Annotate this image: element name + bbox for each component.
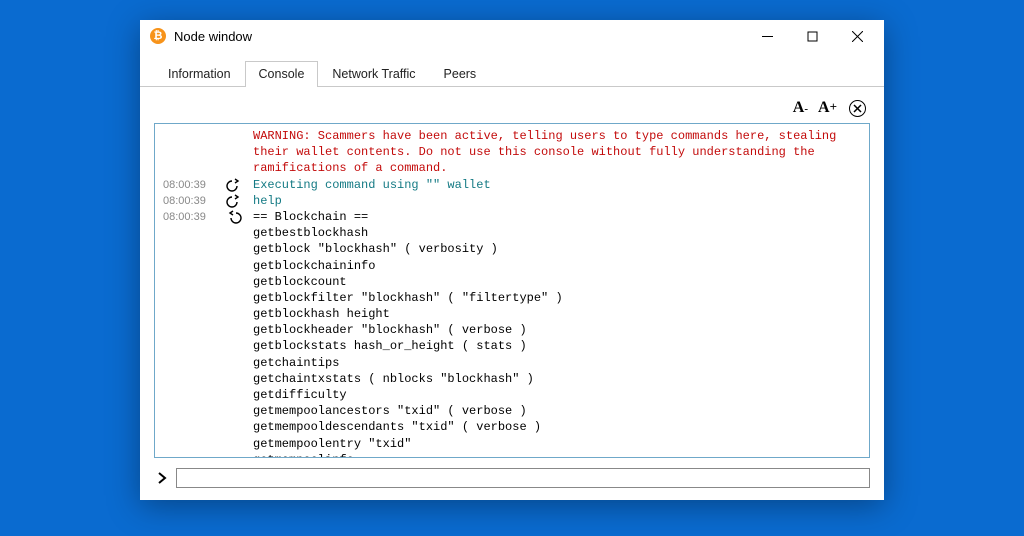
console-input[interactable]	[176, 468, 870, 488]
tab-label: Network Traffic	[332, 67, 415, 81]
console-line: WARNING: Scammers have been active, tell…	[163, 128, 863, 177]
tab-console[interactable]: Console	[245, 61, 319, 87]
console-output[interactable]: WARNING: Scammers have been active, tell…	[155, 124, 869, 457]
titlebar: ₿ Node window	[140, 20, 884, 52]
minimize-button[interactable]	[745, 20, 790, 52]
node-window: ₿ Node window Information Console Networ…	[140, 20, 884, 500]
chevron-right-icon	[154, 469, 170, 487]
tab-peers[interactable]: Peers	[430, 61, 491, 87]
tab-information[interactable]: Information	[154, 61, 245, 87]
tabbar: Information Console Network Traffic Peer…	[140, 52, 884, 87]
reply-in-icon	[225, 209, 253, 224]
reply-out-icon	[225, 193, 253, 208]
maximize-button[interactable]	[790, 20, 835, 52]
clear-console-button[interactable]	[849, 100, 866, 117]
close-button[interactable]	[835, 20, 880, 52]
font-increase-button[interactable]: A+	[816, 99, 839, 117]
console-toolbar: A- A+	[154, 97, 870, 123]
timestamp	[163, 128, 225, 129]
console-output-frame: WARNING: Scammers have been active, tell…	[154, 123, 870, 458]
console-panel: A- A+ WARNING: Scammers have been active…	[140, 87, 884, 500]
window-title: Node window	[174, 29, 252, 44]
console-input-row	[154, 468, 870, 488]
timestamp: 08:00:39	[163, 177, 225, 193]
console-message: Executing command using "" wallet	[253, 177, 863, 193]
timestamp: 08:00:39	[163, 193, 225, 209]
close-icon	[853, 104, 862, 113]
blank-icon	[225, 128, 253, 129]
console-message: == Blockchain == getbestblockhash getblo…	[253, 209, 863, 457]
bitcoin-icon: ₿	[150, 28, 166, 44]
tab-label: Console	[259, 67, 305, 81]
console-line: 08:00:39 == Blockchain == getbestblockhas…	[163, 209, 863, 457]
console-line: 08:00:39 Executing command using "" walle…	[163, 177, 863, 193]
console-line: 08:00:39 help	[163, 193, 863, 209]
tab-label: Peers	[444, 67, 477, 81]
console-message: WARNING: Scammers have been active, tell…	[253, 128, 863, 177]
reply-out-icon	[225, 177, 253, 192]
console-message: help	[253, 193, 863, 209]
window-controls	[745, 20, 880, 52]
tab-network-traffic[interactable]: Network Traffic	[318, 61, 429, 87]
tab-label: Information	[168, 67, 231, 81]
timestamp: 08:00:39	[163, 209, 225, 225]
font-decrease-button[interactable]: A-	[791, 99, 810, 117]
